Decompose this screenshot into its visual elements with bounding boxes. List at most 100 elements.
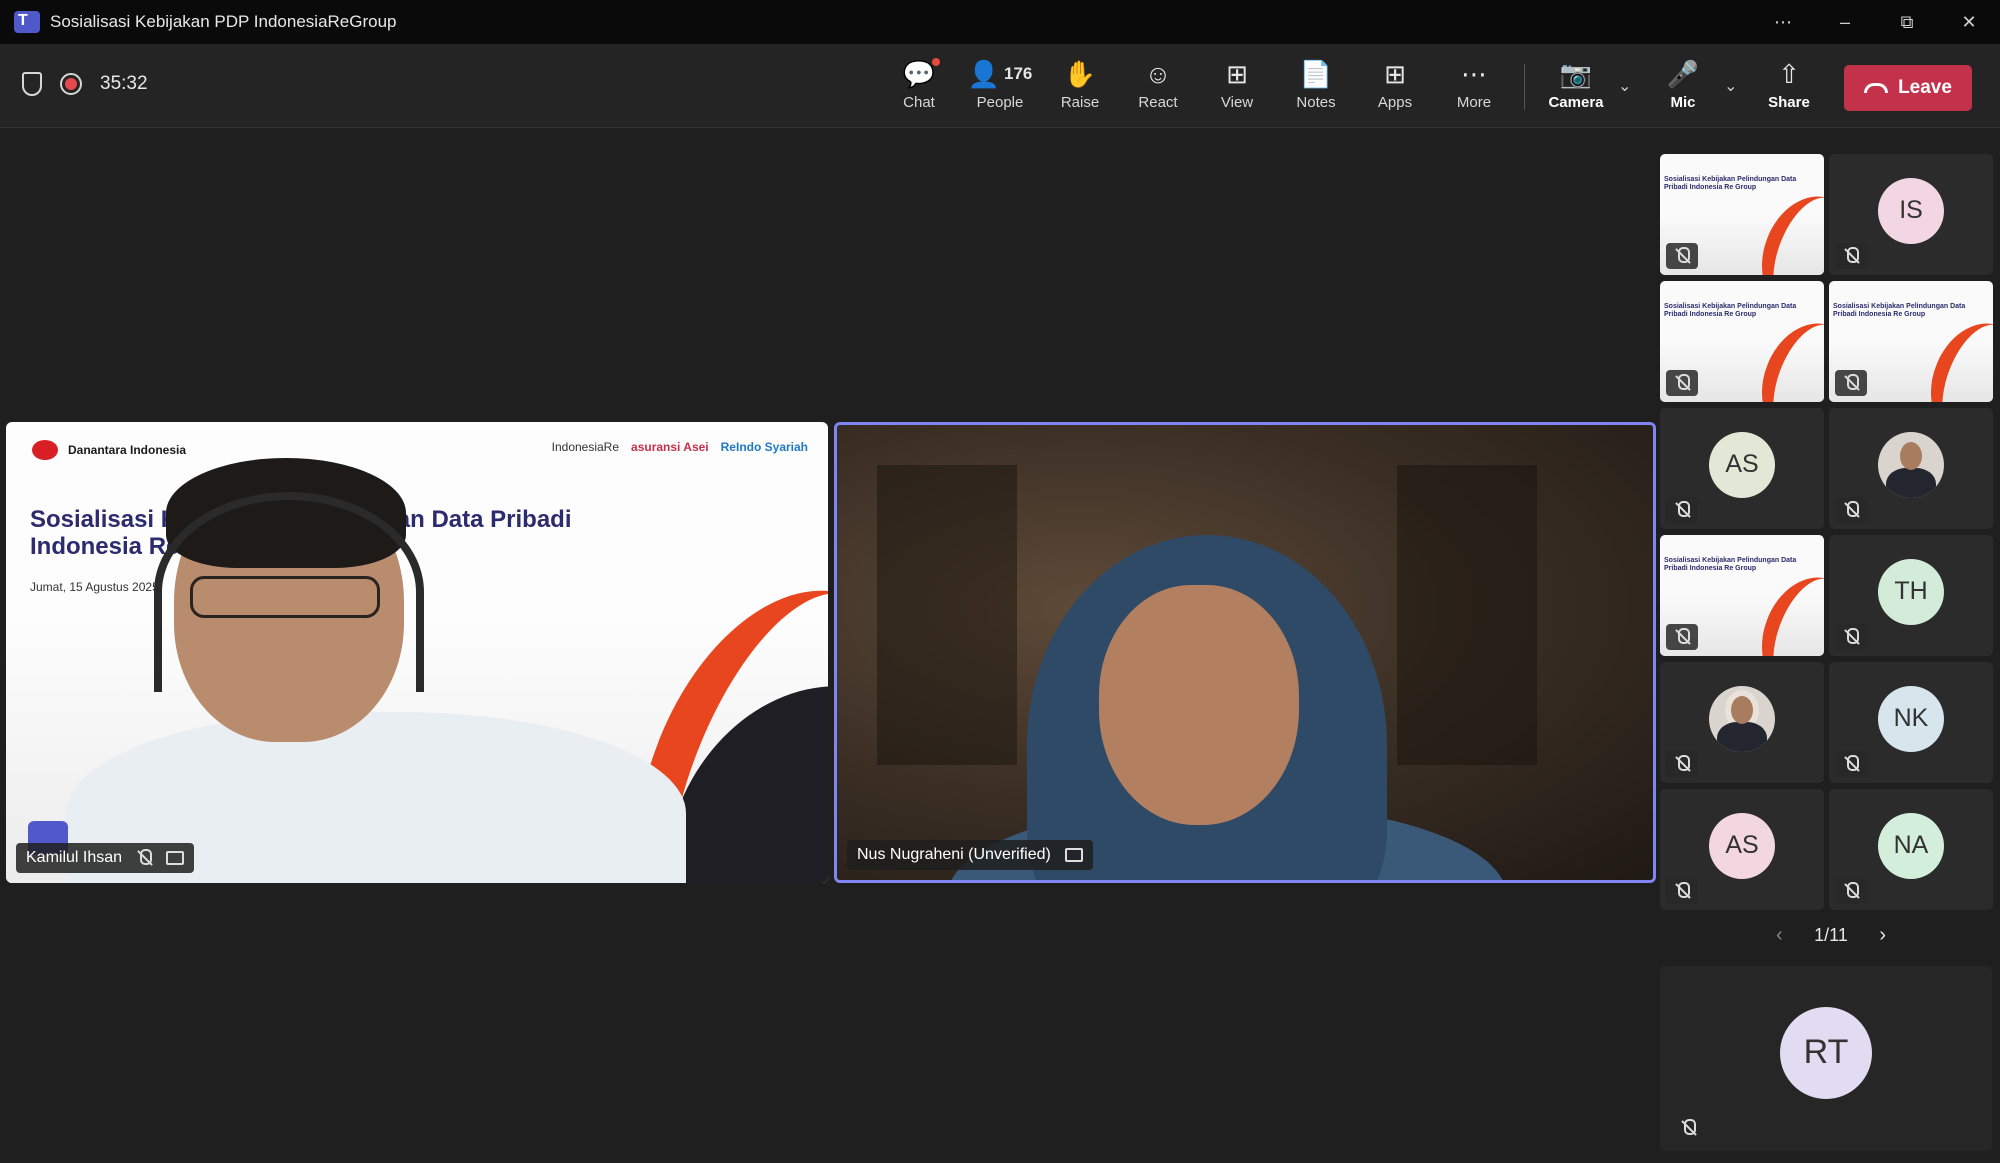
camera-options-chevron-icon[interactable]: ⌄ xyxy=(1618,76,1631,96)
recording-icon xyxy=(60,73,82,95)
people-button[interactable]: 👤 176 People xyxy=(964,58,1036,112)
mic-off-badge xyxy=(1835,370,1867,396)
share-label: Share xyxy=(1768,94,1810,111)
bumn-logo xyxy=(32,440,58,460)
mic-off-icon xyxy=(1843,247,1859,265)
share-icon: ⇧ xyxy=(1778,58,1800,89)
mic-off-icon xyxy=(1674,755,1690,773)
notes-icon: 📄 xyxy=(1299,58,1333,89)
share-button[interactable]: ⇧ Share xyxy=(1754,58,1824,112)
view-button[interactable]: ⊞ View xyxy=(1202,58,1272,112)
avatar-suit xyxy=(1886,467,1936,498)
background-shelf xyxy=(1397,465,1537,765)
mic-off-icon xyxy=(1674,628,1690,646)
pinned-participant-tile[interactable]: RT xyxy=(1660,966,1992,1151)
participant-tile[interactable] xyxy=(1660,662,1824,783)
avatar-face xyxy=(1900,441,1922,470)
presenter-headset xyxy=(154,492,424,692)
window-controls: ⋯ – ⧉ ✕ xyxy=(1752,0,2000,44)
apps-label: Apps xyxy=(1377,94,1413,111)
participant-tile[interactable]: AS xyxy=(1660,789,1824,910)
participant-tile[interactable]: Sosialisasi Kebijakan Pelindungan Data P… xyxy=(1660,154,1824,275)
window-title: Sosialisasi Kebijakan PDP IndonesiaReGro… xyxy=(50,12,397,31)
mic-off-badge xyxy=(1835,497,1867,523)
leave-button[interactable]: Leave xyxy=(1844,65,1972,111)
title-bar: Sosialisasi Kebijakan PDP IndonesiaReGro… xyxy=(0,0,2000,44)
screen-share-icon xyxy=(166,851,185,865)
asei-logo: asuransi Asei xyxy=(631,440,709,454)
chat-button[interactable]: 💬 Chat xyxy=(884,58,954,111)
chevron-right-icon[interactable]: › xyxy=(1879,924,1886,947)
mic-off-icon xyxy=(1843,374,1859,392)
more-button[interactable]: ⋯ More xyxy=(1439,58,1509,112)
participant-video-nus[interactable]: Nus Nugraheni (Unverified) xyxy=(834,422,1656,883)
mic-off-badge xyxy=(1835,878,1867,904)
avatar: AS xyxy=(1709,812,1775,879)
participant-tile[interactable]: Sosialisasi Kebijakan Pelindungan Data P… xyxy=(1829,281,1993,402)
participant-tile[interactable]: IS xyxy=(1829,154,1993,275)
mic-off-icon xyxy=(1843,501,1859,519)
mic-off-badge xyxy=(1835,751,1867,777)
react-button[interactable]: ☺ React xyxy=(1123,58,1193,112)
avatar-suit xyxy=(1717,721,1767,752)
more-options-icon[interactable]: ⋯ xyxy=(1752,12,1814,33)
mic-off-icon xyxy=(1674,374,1690,392)
people-icon: 👤 xyxy=(967,58,1000,89)
shield-icon[interactable] xyxy=(22,72,42,96)
mic-options-chevron-icon[interactable]: ⌄ xyxy=(1724,76,1737,96)
notes-button[interactable]: 📄 Notes xyxy=(1281,58,1351,112)
screen-share-icon xyxy=(1064,848,1083,862)
mic-button[interactable]: 🎤 Mic xyxy=(1648,58,1718,112)
slide-thumb-title: Sosialisasi Kebijakan Pelindungan Data P… xyxy=(1833,303,1966,318)
mic-off-icon xyxy=(1843,628,1859,646)
avatar xyxy=(1878,431,1944,498)
participant-tile[interactable]: AS xyxy=(1660,408,1824,529)
participant-video-kamilul[interactable]: Danantara Indonesia IndonesiaRe asuransi… xyxy=(6,422,828,883)
background-shelf xyxy=(877,465,1017,765)
participant-name: Kamilul Ihsan xyxy=(26,849,123,866)
camera-button[interactable]: 📷 Camera xyxy=(1540,58,1612,112)
close-button[interactable]: ✕ xyxy=(1938,12,2000,33)
participant-name: Nus Nugraheni (Unverified) xyxy=(857,846,1051,863)
toolbar-divider xyxy=(1524,64,1525,110)
avatar: NA xyxy=(1878,812,1944,879)
mic-off-badge xyxy=(1672,1115,1704,1141)
mic-off-icon xyxy=(1674,247,1690,265)
apps-button[interactable]: ⊞ Apps xyxy=(1360,58,1430,112)
participant-tile[interactable]: Sosialisasi Kebijakan Pelindungan Data P… xyxy=(1660,281,1824,402)
participant-tile[interactable]: NA xyxy=(1829,789,1993,910)
danantara-logo: Danantara Indonesia xyxy=(68,443,187,457)
chat-label: Chat xyxy=(903,94,935,111)
teams-app-icon xyxy=(14,11,40,33)
slide-logos-right: IndonesiaRe asuransi Asei ReIndo Syariah xyxy=(552,440,808,454)
restore-button[interactable]: ⧉ xyxy=(1876,12,1938,33)
participant-tile[interactable]: Sosialisasi Kebijakan Pelindungan Data P… xyxy=(1660,535,1824,656)
raise-label: Raise xyxy=(1060,94,1100,111)
slide-thumb-title: Sosialisasi Kebijakan Pelindungan Data P… xyxy=(1664,303,1797,318)
meeting-timer: 35:32 xyxy=(100,73,148,94)
mic-off-icon xyxy=(1674,882,1690,900)
phone-icon xyxy=(1864,83,1889,93)
participant-tile[interactable]: TH xyxy=(1829,535,1993,656)
mic-off-icon xyxy=(1680,1119,1696,1137)
mic-off-icon: 🎤 xyxy=(1666,58,1700,89)
view-label: View xyxy=(1220,94,1254,111)
avatar: TH xyxy=(1878,558,1944,625)
camera-label: Camera xyxy=(1548,94,1604,111)
participant-tile[interactable]: NK xyxy=(1829,662,1993,783)
mic-off-badge xyxy=(1666,751,1698,777)
mic-off-icon xyxy=(1843,755,1859,773)
participant-tile[interactable] xyxy=(1829,408,1993,529)
raise-hand-button[interactable]: ✋ Raise xyxy=(1045,58,1115,112)
mic-off-badge xyxy=(1835,624,1867,650)
chat-icon: 💬 xyxy=(902,58,936,89)
notes-label: Notes xyxy=(1296,94,1336,111)
mic-off-badge xyxy=(1666,497,1698,523)
mic-off-badge xyxy=(1666,878,1698,904)
meeting-toolbar: 35:32 💬 Chat 👤 176 People ✋ Raise ☺ React… xyxy=(0,44,2000,128)
participant-name-tag: Nus Nugraheni (Unverified) xyxy=(847,840,1093,870)
more-label: More xyxy=(1456,94,1492,111)
minimize-button[interactable]: – xyxy=(1814,12,1876,33)
avatar: AS xyxy=(1709,431,1775,498)
chevron-left-icon[interactable]: ‹ xyxy=(1776,924,1783,947)
